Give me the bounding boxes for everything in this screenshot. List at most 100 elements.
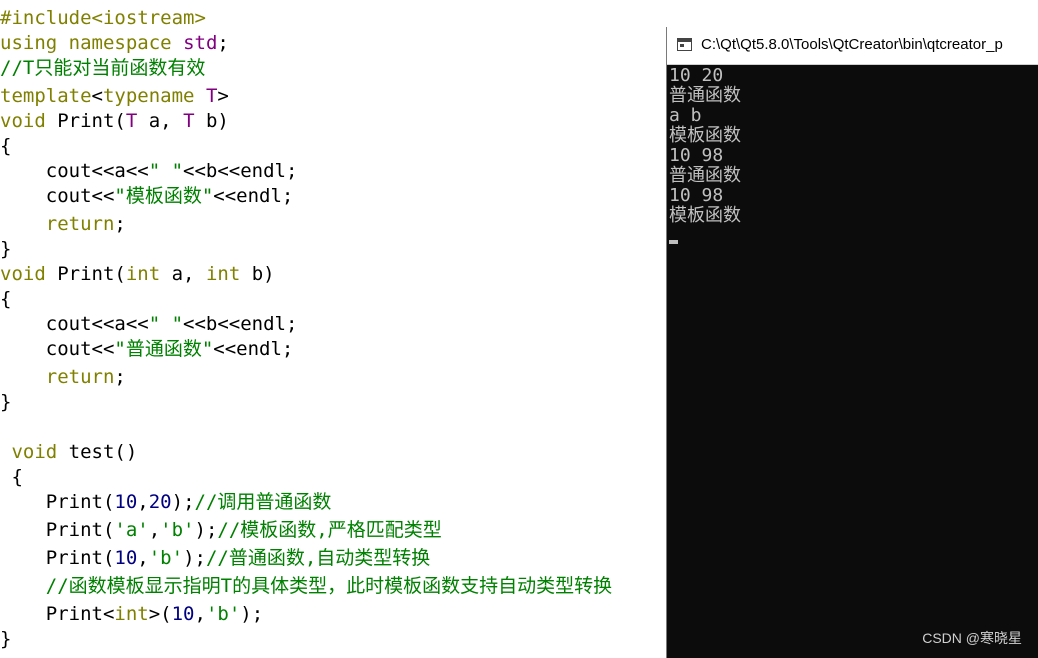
code-token: ; <box>114 213 126 235</box>
code-token: <iostream> <box>91 7 206 29</box>
code-token: void <box>0 263 46 285</box>
watermark: CSDN @寒晓星 <box>922 630 1022 646</box>
code-line-test: void test() <box>0 440 137 464</box>
code-token: ); <box>240 603 264 625</box>
code-token: < <box>91 85 103 107</box>
console-output-line: 模板函数 <box>669 125 741 146</box>
code-line-call: Print<int>(10,'b'); <box>0 602 263 626</box>
code-token: using <box>0 32 58 54</box>
code-token: T <box>205 85 218 107</box>
code-token: Print( <box>0 519 115 541</box>
code-token: int <box>125 263 161 285</box>
code-token: cout<<a<< <box>0 160 149 182</box>
code-token: a, <box>137 110 184 132</box>
code-token: "普通函数" <box>114 338 214 360</box>
code-token: return <box>45 213 115 235</box>
code-token: ; <box>114 366 126 388</box>
code-line-brace: { <box>0 466 23 488</box>
code-token: 10 <box>171 603 195 625</box>
code-token: 10 <box>114 547 138 569</box>
code-token: cout<< <box>0 338 115 360</box>
console-output-line: a b <box>669 105 702 126</box>
code-token: Print( <box>45 110 126 132</box>
code-token: 'b' <box>148 547 184 569</box>
code-token: int <box>114 603 149 625</box>
code-token: Print( <box>45 263 126 285</box>
code-token: ); <box>171 491 195 513</box>
code-line-return: return; <box>0 365 126 389</box>
code-token: ; <box>217 32 229 54</box>
code-token: , <box>137 491 149 513</box>
code-line-call: Print(10,20);//调用普通函数 <box>0 490 332 514</box>
code-token: > <box>217 85 229 107</box>
console-output-line: 普通函数 <box>669 85 741 106</box>
console-output-line: 10 98 <box>669 145 724 166</box>
code-line-call: Print('a','b');//模板函数,严格匹配类型 <box>0 518 442 542</box>
code-token: a, <box>160 263 206 285</box>
code-line-int-print: void Print(int a, int b) <box>0 262 275 286</box>
code-token: T <box>183 110 195 132</box>
code-token: 20 <box>148 491 172 513</box>
code-token: 10 <box>114 491 138 513</box>
console-output-line: 模板函数 <box>669 205 741 226</box>
code-token: b) <box>194 110 229 132</box>
code-token: Print< <box>0 603 115 625</box>
code-token: 'a' <box>114 519 149 541</box>
code-token: 'b' <box>205 603 241 625</box>
code-token: void <box>11 441 58 463</box>
code-line-comment: //函数模板显示指明T的具体类型，此时模板函数支持自动类型转换 <box>0 574 612 598</box>
code-token: <<b<<endl; <box>183 160 298 182</box>
code-token: namespace <box>68 32 172 54</box>
console-window-icon <box>677 38 692 51</box>
code-token: template <box>0 85 92 107</box>
code-token: void <box>0 110 46 132</box>
code-token: return <box>45 366 115 388</box>
code-token: " " <box>148 313 184 335</box>
console-output-line: 10 98 <box>669 185 724 206</box>
code-token: , <box>194 603 206 625</box>
code-line-using: using namespace std; <box>0 31 229 55</box>
code-token: #include <box>0 7 92 29</box>
code-token: b) <box>240 263 275 285</box>
code-line-brace: } <box>0 391 12 413</box>
console-output-line: 普通函数 <box>669 165 741 186</box>
code-line-comment: //T只能对当前函数有效 <box>0 57 206 79</box>
code-token: cout<< <box>0 185 115 207</box>
console-title: C:\Qt\Qt5.8.0\Tools\QtCreator\bin\qtcrea… <box>701 36 1003 53</box>
console-output-line: 10 20 <box>669 65 724 86</box>
code-line-cout: cout<<"模板函数"<<endl; <box>0 184 294 208</box>
code-token: "模板函数" <box>114 185 214 207</box>
code-token: " " <box>148 160 184 182</box>
code-token: <<endl; <box>213 185 294 207</box>
code-token: 'b' <box>160 519 195 541</box>
console-titlebar[interactable]: C:\Qt\Qt5.8.0\Tools\QtCreator\bin\qtcrea… <box>667 27 1038 65</box>
code-token: ); <box>194 519 218 541</box>
code-token: //模板函数,严格匹配类型 <box>217 519 442 541</box>
code-line-brace: { <box>0 135 12 157</box>
console-window[interactable]: C:\Qt\Qt5.8.0\Tools\QtCreator\bin\qtcrea… <box>666 27 1038 658</box>
code-token: test() <box>57 441 138 463</box>
code-line-template-print: void Print(T a, T b) <box>0 109 229 133</box>
code-line-call: Print(10,'b');//普通函数,自动类型转换 <box>0 546 431 570</box>
code-token: >( <box>148 603 172 625</box>
code-token: typename <box>102 85 195 107</box>
code-token: , <box>137 547 149 569</box>
code-token: //调用普通函数 <box>194 491 332 513</box>
code-token: int <box>205 263 241 285</box>
code-line-template: template<typename T> <box>0 84 229 108</box>
code-line-brace: } <box>0 628 12 650</box>
code-token: Print( <box>0 547 115 569</box>
code-token: ); <box>183 547 206 569</box>
code-token: , <box>148 519 161 541</box>
console-cursor <box>669 240 678 244</box>
code-token: Print( <box>0 491 115 513</box>
code-line-return: return; <box>0 212 126 236</box>
code-token: cout<<a<< <box>0 313 149 335</box>
code-line-brace: } <box>0 238 12 260</box>
